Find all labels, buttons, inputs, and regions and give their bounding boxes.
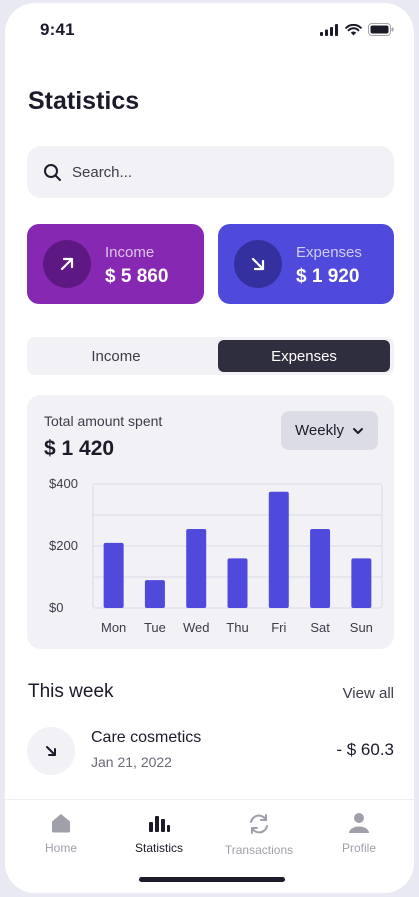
tab-home[interactable]: Home bbox=[10, 812, 112, 855]
this-week-title: This week bbox=[28, 681, 114, 702]
x-tick-label: Tue bbox=[144, 620, 166, 635]
tab-transactions[interactable]: Transactions bbox=[208, 812, 310, 857]
bar-sun bbox=[351, 558, 372, 608]
bar-wed bbox=[186, 528, 207, 608]
transaction-name[interactable]: Care cosmetics bbox=[91, 729, 201, 747]
x-tick-label: Sat bbox=[310, 620, 330, 635]
income-icon-circle bbox=[43, 240, 91, 288]
bottom-tab-bar: Home Statistics Transactions Profile bbox=[5, 799, 414, 893]
home-indicator bbox=[139, 877, 285, 882]
arrow-down-right-icon bbox=[46, 746, 56, 756]
tab-home-label: Home bbox=[44, 841, 77, 855]
tab-statistics[interactable]: Statistics bbox=[108, 812, 210, 855]
transaction-icon-circle bbox=[27, 727, 75, 775]
tab-statistics-label: Statistics bbox=[134, 841, 183, 855]
x-tick-label: Sun bbox=[350, 620, 373, 635]
y-tick-label: $200 bbox=[49, 538, 78, 553]
transaction-amount: - $ 60.3 bbox=[336, 740, 394, 759]
expenses-card[interactable]: Expenses $ 1 920 bbox=[218, 224, 394, 304]
user-icon bbox=[349, 813, 369, 833]
battery-icon bbox=[368, 23, 394, 36]
status-icons bbox=[320, 23, 394, 36]
income-expenses-toggle: Income Expenses bbox=[27, 337, 394, 375]
home-icon bbox=[52, 814, 70, 833]
wifi-icon bbox=[345, 23, 362, 35]
transaction-date: Jan 21, 2022 bbox=[91, 754, 172, 770]
search-icon bbox=[44, 163, 61, 181]
page-title: Statistics bbox=[28, 87, 140, 115]
phone-screen: 9:41 Statistics Search... Income $ 5 860… bbox=[5, 3, 414, 893]
bar-mon bbox=[103, 542, 124, 608]
bar-thu bbox=[227, 558, 248, 608]
bar-fri bbox=[268, 491, 289, 608]
cellular-signal-icon bbox=[320, 23, 338, 36]
tab-expenses[interactable]: Expenses bbox=[218, 340, 390, 372]
bar-sat bbox=[310, 528, 331, 608]
status-bar: 9:41 bbox=[5, 3, 414, 55]
expenses-icon-circle bbox=[234, 240, 282, 288]
bar-chart-icon bbox=[149, 816, 170, 832]
bar-tue bbox=[144, 580, 165, 608]
tab-profile[interactable]: Profile bbox=[308, 812, 410, 855]
y-tick-label: $0 bbox=[49, 600, 63, 615]
y-tick-label: $400 bbox=[49, 476, 78, 491]
tab-transactions-label: Transactions bbox=[224, 843, 294, 857]
x-tick-label: Fri bbox=[271, 620, 286, 635]
view-all-link[interactable]: View all bbox=[343, 685, 394, 702]
tab-profile-label: Profile bbox=[341, 841, 376, 855]
spending-chart-card: Total amount spent $ 1 420 Weekly $400 $2… bbox=[27, 395, 394, 649]
x-tick-label: Thu bbox=[226, 620, 248, 635]
income-card-amount: $ 5 860 bbox=[105, 266, 169, 287]
expenses-card-label: Expenses bbox=[296, 244, 362, 261]
expenses-card-amount: $ 1 920 bbox=[296, 266, 360, 287]
status-time: 9:41 bbox=[40, 20, 75, 39]
arrow-up-right-icon bbox=[60, 257, 74, 271]
bar-chart: $400 $200 $0 Mon Tue Wed Thu Fri Sat Sun bbox=[49, 476, 383, 635]
x-tick-label: Mon bbox=[101, 620, 126, 635]
search-input[interactable] bbox=[72, 163, 352, 181]
income-card-label: Income bbox=[105, 244, 155, 261]
arrow-down-right-icon bbox=[251, 257, 265, 271]
income-card[interactable]: Income $ 5 860 bbox=[27, 224, 204, 304]
tab-income[interactable]: Income bbox=[30, 340, 202, 372]
refresh-icon bbox=[250, 814, 268, 834]
x-tick-label: Wed bbox=[183, 620, 210, 635]
search-bar[interactable] bbox=[27, 146, 394, 198]
